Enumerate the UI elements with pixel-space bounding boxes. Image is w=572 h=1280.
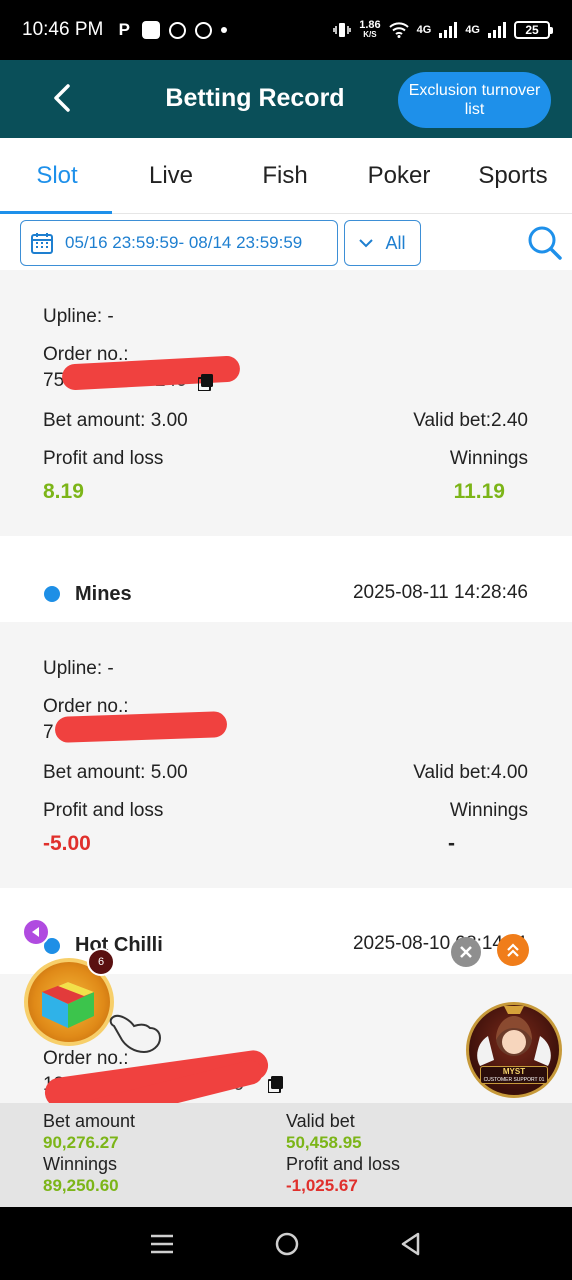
- messenger-icon: [195, 21, 213, 39]
- calendar-icon: [31, 233, 53, 254]
- radio-app-icon: [169, 21, 187, 39]
- profit-loss-value: -5.00: [43, 832, 91, 855]
- profit-loss-label: Profit and loss: [43, 448, 164, 469]
- scroll-top-button[interactable]: [497, 934, 529, 966]
- winnings-label: Winnings: [449, 800, 528, 821]
- category-tabs: Slot Live Fish Poker Sports: [0, 138, 572, 214]
- notification-app-icon: [142, 21, 161, 39]
- profit-loss-label: Profit and loss: [43, 800, 164, 821]
- upline-text: Upline: -: [43, 306, 114, 327]
- summary-valid-label: Valid bet: [286, 1111, 355, 1131]
- signal-icon-2: [488, 22, 506, 38]
- tab-poker[interactable]: Poker: [342, 138, 456, 213]
- tab-slot[interactable]: Slot: [0, 138, 114, 214]
- battery-icon: 25: [514, 21, 553, 39]
- network-type-2: 4G: [465, 24, 480, 36]
- tab-fish[interactable]: Fish: [228, 138, 342, 213]
- record-detail-2: Upline: - Order no.: 7 Bet amount: 5.00 …: [0, 622, 572, 888]
- upline-text: Upline: -: [43, 658, 114, 679]
- valid-bet-text: Valid bet:2.40: [413, 410, 528, 431]
- tab-live[interactable]: Live: [114, 138, 228, 213]
- signal-icon-1: [439, 22, 458, 38]
- exclusion-turnover-button[interactable]: Exclusion turnover list: [398, 72, 551, 128]
- tab-sports[interactable]: Sports: [456, 138, 570, 213]
- game-row-mines[interactable]: Mines 2025-08-11 14:28:46: [0, 536, 572, 622]
- summary-pl-label: Profit and loss: [286, 1154, 401, 1174]
- parking-app-icon: P: [118, 20, 130, 39]
- summary-footer: Bet amount 90,276.27 Valid bet 50,458.95…: [0, 1103, 572, 1207]
- summary-pl-value: -1,025.67: [286, 1176, 358, 1195]
- status-bar: 10:46 PM P 1.86 K/S 4G 4G 25: [0, 0, 572, 60]
- bet-amount-text: Bet amount: 3.00: [43, 410, 188, 431]
- pointing-hand-icon: [108, 1010, 164, 1056]
- record-detail-1: Upline: - Order no.: 75 240 Bet amount: …: [0, 270, 572, 536]
- type-dropdown[interactable]: All: [344, 220, 421, 266]
- copy-icon[interactable]: [268, 1076, 283, 1093]
- order-number-prefix: 7: [43, 722, 54, 743]
- valid-bet-text: Valid bet:4.00: [413, 762, 528, 783]
- wifi-icon: [388, 22, 409, 38]
- type-dropdown-value: All: [385, 232, 406, 253]
- network-speed: 1.86 K/S: [359, 19, 381, 40]
- triangle-left-icon: [32, 927, 39, 937]
- winnings-label: Winnings: [449, 448, 528, 469]
- more-notifications-dot: [221, 27, 228, 33]
- back-triangle-icon[interactable]: [400, 1232, 422, 1256]
- search-icon: [528, 226, 562, 260]
- vibrate-icon: [333, 23, 351, 37]
- winnings-value: 11.19: [453, 480, 505, 503]
- summary-winnings-label: Winnings: [43, 1154, 118, 1174]
- summary-bet-label: Bet amount: [43, 1111, 136, 1131]
- game-name: Mines: [75, 583, 132, 605]
- summary-bet-value: 90,276.27: [43, 1133, 119, 1152]
- date-range-text: 05/16 23:59:59- 08/14 23:59:59: [65, 233, 303, 252]
- notification-badge: 6: [87, 948, 115, 976]
- order-number-prefix: 75: [43, 370, 65, 391]
- game-time: 2025-08-11 14:28:46: [352, 582, 528, 603]
- summary-winnings-value: 89,250.60: [43, 1176, 119, 1195]
- support-label: MYST CUSTOMER SUPPORT 01: [480, 1066, 548, 1084]
- home-icon[interactable]: [274, 1231, 300, 1257]
- double-chevron-up-icon: [507, 943, 519, 957]
- date-range-picker[interactable]: 05/16 23:59:59- 08/14 23:59:59: [20, 220, 338, 266]
- bet-amount-text: Bet amount: 5.00: [43, 762, 188, 783]
- game-status-dot: [44, 586, 60, 602]
- app-header: Betting Record Exclusion turnover list: [0, 60, 572, 138]
- profit-loss-value: 8.19: [43, 480, 84, 503]
- purple-back-bubble[interactable]: [22, 918, 50, 946]
- summary-valid-value: 50,458.95: [286, 1133, 362, 1152]
- recent-apps-icon[interactable]: [150, 1233, 174, 1255]
- network-type-1: 4G: [416, 24, 432, 36]
- redaction-scribble: [54, 711, 228, 743]
- copy-icon[interactable]: [198, 374, 213, 391]
- search-button[interactable]: [526, 224, 564, 262]
- close-floating-button[interactable]: [451, 937, 481, 967]
- winnings-value: -: [448, 832, 455, 855]
- status-time: 10:46 PM: [22, 19, 104, 40]
- close-icon: [460, 946, 472, 958]
- customer-support-widget[interactable]: MYST CUSTOMER SUPPORT 01: [466, 996, 562, 1098]
- chevron-down-icon: [359, 239, 374, 248]
- system-nav-bar: [0, 1207, 572, 1280]
